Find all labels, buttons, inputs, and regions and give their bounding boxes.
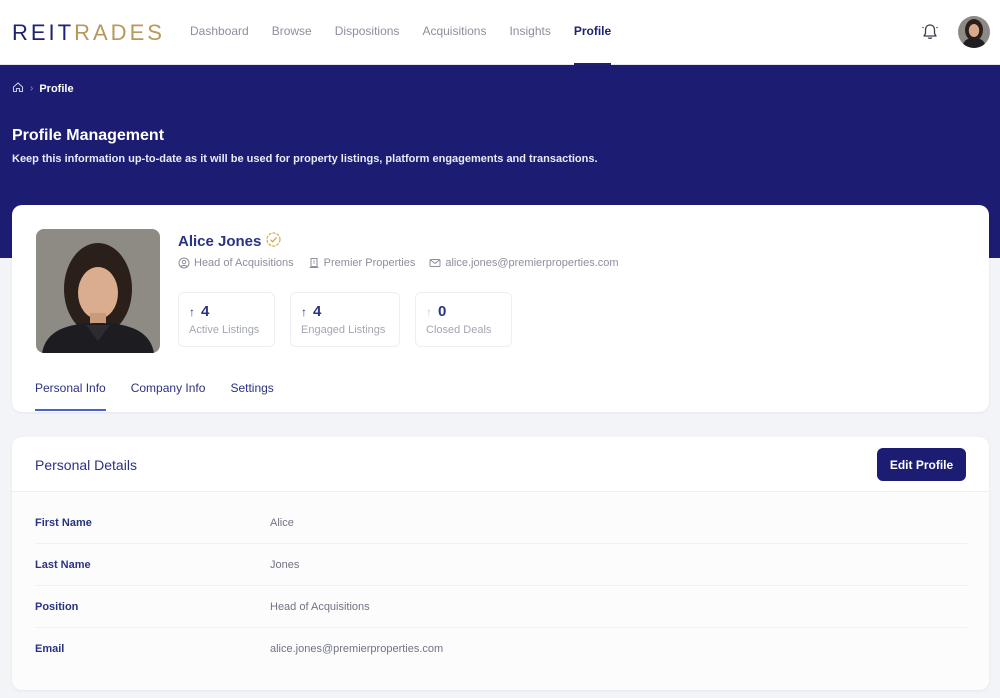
arrow-up-icon: ↑ [189, 304, 195, 319]
nav-item-dashboard[interactable]: Dashboard [190, 0, 249, 65]
field-value: Alice [270, 517, 294, 529]
field-row-position: Position Head of Acquisitions [35, 586, 967, 628]
tab-company-info[interactable]: Company Info [131, 381, 206, 411]
details-list: First Name Alice Last Name Jones Positio… [12, 492, 989, 690]
edit-profile-button[interactable]: Edit Profile [877, 448, 966, 481]
tab-personal-info[interactable]: Personal Info [35, 381, 106, 411]
field-label: Position [35, 601, 79, 613]
personal-details-card: Personal Details Edit Profile First Name… [12, 437, 989, 690]
profile-card: Alice Jones Head of Acquisitions Premier… [12, 205, 989, 412]
stat-value: 0 [438, 303, 447, 320]
breadcrumb-current: Profile [39, 82, 74, 95]
nav-item-dispositions[interactable]: Dispositions [335, 0, 400, 65]
stat-value: 4 [313, 303, 322, 320]
stat-label: Closed Deals [426, 324, 492, 336]
stat-value: 4 [201, 303, 210, 320]
nav-item-browse[interactable]: Browse [272, 0, 312, 65]
profile-company-text: Premier Properties [323, 257, 416, 269]
stat-closed-deals: ↑ 0 Closed Deals [415, 292, 512, 347]
logo-text-primary: REIT [12, 20, 75, 45]
field-label: Last Name [35, 559, 91, 571]
stat-engaged-listings: ↑ 4 Engaged Listings [290, 292, 400, 347]
profile-name-text: Alice Jones [178, 233, 262, 250]
field-value: Jones [270, 559, 300, 571]
section-title: Personal Details [35, 457, 137, 473]
user-circle-icon [178, 257, 190, 269]
top-nav: REITRADES Dashboard Browse Dispositions … [0, 0, 1000, 65]
tab-settings[interactable]: Settings [230, 381, 273, 411]
home-icon[interactable] [12, 81, 24, 96]
page-title: Profile Management [12, 127, 165, 144]
arrow-up-icon: ↑ [426, 304, 432, 319]
stat-active-listings: ↑ 4 Active Listings [178, 292, 275, 347]
chevron-right-icon: › [30, 83, 34, 94]
profile-email-text: alice.jones@premierproperties.com [445, 257, 619, 269]
user-avatar[interactable] [958, 16, 990, 48]
field-value: Head of Acquisitions [270, 601, 370, 613]
main-nav: Dashboard Browse Dispositions Acquisitio… [190, 0, 634, 65]
page-subtitle: Keep this information up-to-date as it w… [12, 153, 598, 165]
field-row-email: Email alice.jones@premierproperties.com [35, 628, 967, 670]
logo-text-secondary: RADES [74, 20, 165, 45]
profile-company: Premier Properties [308, 257, 416, 269]
profile-photo [36, 229, 160, 353]
profile-position: Head of Acquisitions [178, 257, 294, 269]
profile-meta: Head of Acquisitions Premier Properties … [178, 257, 619, 269]
nav-item-acquisitions[interactable]: Acquisitions [422, 0, 486, 65]
breadcrumb: › Profile [12, 81, 74, 96]
profile-name: Alice Jones [178, 231, 282, 252]
verified-badge-icon [265, 231, 282, 252]
field-value: alice.jones@premierproperties.com [270, 643, 444, 655]
field-row-first-name: First Name Alice [35, 502, 967, 544]
bell-icon[interactable] [920, 22, 940, 42]
profile-email: alice.jones@premierproperties.com [429, 257, 619, 269]
stat-label: Active Listings [189, 324, 260, 336]
arrow-up-icon: ↑ [301, 304, 307, 319]
mail-icon [429, 259, 441, 267]
profile-position-text: Head of Acquisitions [194, 257, 294, 269]
app-logo[interactable]: REITRADES [12, 20, 165, 46]
field-row-last-name: Last Name Jones [35, 544, 967, 586]
stat-label: Engaged Listings [301, 324, 386, 336]
field-label: Email [35, 643, 65, 655]
field-label: First Name [35, 517, 92, 529]
nav-item-insights[interactable]: Insights [509, 0, 550, 65]
profile-tabs: Personal Info Company Info Settings [35, 381, 274, 411]
nav-item-profile[interactable]: Profile [573, 0, 612, 65]
building-icon [309, 258, 319, 268]
